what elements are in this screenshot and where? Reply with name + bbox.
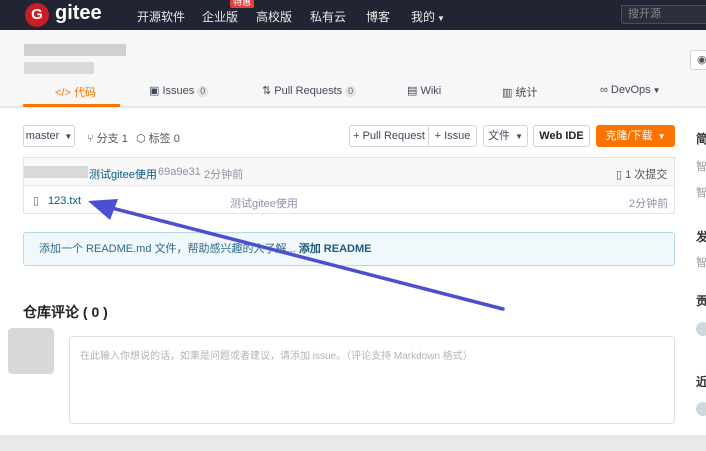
tab-wiki[interactable]: ▤ Wiki xyxy=(407,84,441,97)
nav-mine-label: 我的 xyxy=(411,10,436,24)
file-time: 2分钟前 xyxy=(629,198,669,210)
tab-label: 统计 xyxy=(515,87,538,99)
sidebar-heading: 近 xyxy=(696,375,706,389)
logo-letter: G xyxy=(31,6,43,23)
stats-icon: ▥ xyxy=(502,87,513,99)
clone-download-button[interactable]: 克隆/下载 ▼ xyxy=(596,125,675,147)
tab-label: Wiki xyxy=(420,85,442,97)
clone-label: 克隆/下载 xyxy=(605,130,653,142)
pull-request-icon: ⇅ xyxy=(262,85,272,97)
nav-item-opensource[interactable]: 开源软件 xyxy=(137,8,185,25)
avatar xyxy=(8,328,54,374)
tag-icon: ⬡ xyxy=(136,133,146,145)
active-tab-indicator xyxy=(23,104,120,107)
tab-label: Issues xyxy=(162,85,195,97)
top-navbar: G gitee 开源软件 企业版 特惠 高校版 私有云 博客 我的 ▼ 搜开源 xyxy=(0,0,706,30)
commit-message-link[interactable]: 测试gitee使用 xyxy=(89,166,157,182)
nav-item-private-cloud[interactable]: 私有云 xyxy=(310,8,346,25)
branch-select[interactable]: master ▼ xyxy=(23,125,75,147)
nav-item-blog[interactable]: 博客 xyxy=(366,8,390,25)
file-list: 测试gitee使用 69a9e31 2分钟前 ▯ 1 次提交 ▯ 123.txt… xyxy=(23,157,675,214)
sidebar-text: 智 xyxy=(696,187,706,199)
tags-label: 标签 0 xyxy=(148,133,180,145)
file-name-link[interactable]: 123.txt xyxy=(48,195,81,207)
branches-label: 分支 1 xyxy=(96,133,128,145)
devops-icon: ∞ xyxy=(600,84,608,96)
sidebar-heading: 简 xyxy=(696,132,706,146)
file-icon: ▯ xyxy=(33,195,40,207)
recent-avatar[interactable] xyxy=(696,402,706,416)
sidebar-heading: 贡 xyxy=(696,294,706,308)
watch-button[interactable]: ◉ xyxy=(690,50,706,70)
blurred-author xyxy=(24,166,88,178)
commit-count-label: 1 次提交 xyxy=(625,169,668,181)
tab-stats[interactable]: ▥ 统计 xyxy=(502,84,537,100)
tab-label: DevOps xyxy=(610,84,651,96)
branch-icon: ⑂ xyxy=(87,133,94,145)
readme-notice: 添加一个 README.md 文件，帮助感兴趣的人了解... 添加 README xyxy=(23,232,675,266)
file-label: 文件 xyxy=(488,130,510,142)
file-menu-button[interactable]: 文件 ▼ xyxy=(483,125,528,147)
caret-down-icon: ▼ xyxy=(64,132,73,141)
branch-label: master xyxy=(25,130,60,142)
sidebar-text: 智 xyxy=(696,257,706,269)
count-badge: 0 xyxy=(345,86,357,97)
code-icon: </> xyxy=(55,87,71,99)
issue-icon: ▣ xyxy=(149,85,160,97)
tab-pull-requests[interactable]: ⇅ Pull Requests 0 xyxy=(262,84,357,97)
caret-down-icon: ▼ xyxy=(437,14,445,23)
repo-header: ◉ </> 代码 ▣ Issues 0 ⇅ Pull Requests 0 ▤ Wi… xyxy=(0,30,706,107)
search-input[interactable]: 搜开源 xyxy=(621,5,706,24)
blurred-repo-owner xyxy=(24,62,94,74)
contributor-avatar[interactable] xyxy=(696,322,706,336)
commits-icon: ▯ xyxy=(616,169,623,181)
comment-textarea[interactable]: 在此输入你想说的话，如果是问题或者建议，请添加 issue。（评论支持 Mark… xyxy=(69,336,675,424)
nav-item-edu[interactable]: 高校版 xyxy=(256,8,292,25)
sidebar-heading: 发 xyxy=(696,230,706,244)
new-issue-button[interactable]: + Issue xyxy=(428,125,477,147)
web-ide-button[interactable]: Web IDE xyxy=(533,125,590,147)
tab-issues[interactable]: ▣ Issues 0 xyxy=(149,84,209,97)
blurred-repo-name xyxy=(24,44,126,56)
new-pull-request-button[interactable]: + Pull Request xyxy=(349,125,429,147)
caret-down-icon: ▼ xyxy=(652,86,661,95)
latest-commit-bar: 测试gitee使用 69a9e31 2分钟前 ▯ 1 次提交 xyxy=(24,158,674,186)
commit-count[interactable]: ▯ 1 次提交 xyxy=(616,166,667,182)
branches-link[interactable]: ⑂ 分支 1 xyxy=(87,130,128,146)
sidebar-text: 智 xyxy=(696,161,706,173)
tab-label: 代码 xyxy=(73,87,96,99)
tab-code[interactable]: </> 代码 xyxy=(55,84,96,100)
tab-label: Pull Requests xyxy=(274,85,343,97)
tags-link[interactable]: ⬡ 标签 0 xyxy=(136,130,180,146)
gitee-repo-page: G gitee 开源软件 企业版 特惠 高校版 私有云 博客 我的 ▼ 搜开源 ◉… xyxy=(0,0,706,451)
caret-down-icon: ▼ xyxy=(657,132,666,141)
caret-down-icon: ▼ xyxy=(515,132,523,141)
brand-name[interactable]: gitee xyxy=(55,2,102,25)
add-readme-link[interactable]: 添加 README xyxy=(299,243,372,255)
wiki-icon: ▤ xyxy=(407,85,418,97)
nav-item-mine[interactable]: 我的 ▼ xyxy=(411,8,445,25)
readme-text: 添加一个 README.md 文件，帮助感兴趣的人了解... xyxy=(39,243,296,255)
gitee-logo-icon[interactable]: G xyxy=(25,3,49,27)
commit-hash[interactable]: 69a9e31 xyxy=(158,166,201,178)
tab-devops[interactable]: ∞ DevOps ▼ xyxy=(600,84,661,96)
nav-item-enterprise[interactable]: 企业版 xyxy=(202,8,238,25)
file-commit-message[interactable]: 测试gitee使用 xyxy=(230,195,298,211)
count-badge: 0 xyxy=(197,86,209,97)
comments-title: 仓库评论 ( 0 ) xyxy=(23,304,108,320)
commit-time: 2分钟前 xyxy=(204,169,244,181)
hot-badge: 特惠 xyxy=(230,0,255,8)
